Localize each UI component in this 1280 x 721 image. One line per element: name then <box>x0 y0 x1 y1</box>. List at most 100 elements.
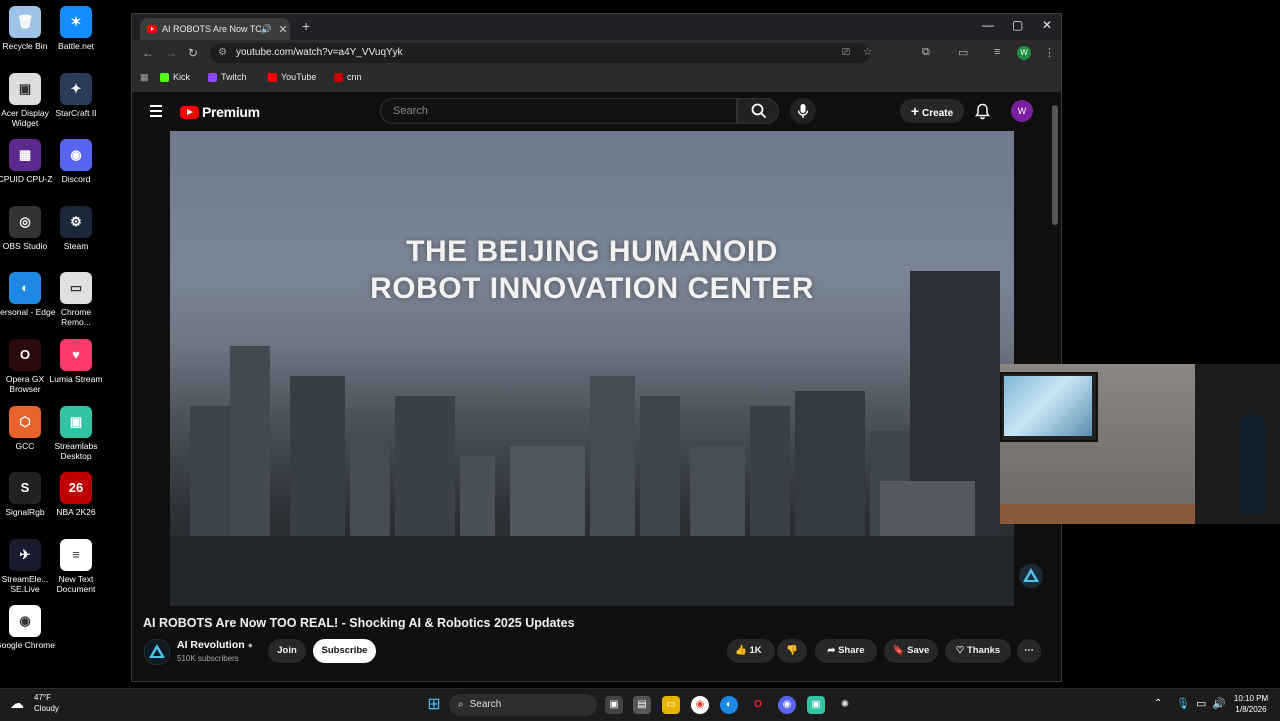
search-input[interactable]: Search <box>380 98 737 124</box>
bookmark-cnn[interactable]: cnn <box>334 72 362 82</box>
like-button[interactable]: 👍 1K <box>727 639 775 663</box>
taskbar-search[interactable]: ⌕ Search <box>449 694 597 716</box>
bookmark-twitch[interactable]: Twitch <box>208 72 247 82</box>
reload-icon[interactable]: ↻ <box>188 46 198 60</box>
opera-gx-taskbar-icon[interactable]: O <box>749 696 767 714</box>
forward-icon[interactable]: → <box>165 46 177 60</box>
tray-chevron-icon[interactable]: ⌃ <box>1154 698 1162 709</box>
chrome-taskbar-icon[interactable]: ◉ <box>691 696 709 714</box>
volume-icon[interactable]: 🔊 <box>1212 697 1226 710</box>
channel-watermark-icon[interactable] <box>1018 563 1044 589</box>
desktop-icon-lumia-stream[interactable]: ♥ Lumia Stream <box>45 339 107 384</box>
apps-grid-icon[interactable]: ▦ <box>140 72 149 83</box>
desktop-icon-google-chrome[interactable]: ◉ Google Chrome <box>0 605 56 650</box>
weather-desc: Cloudy <box>34 704 59 713</box>
system-clock[interactable]: 10:10 PM 1/8/2026 <box>1228 693 1274 715</box>
bookmark-label: cnn <box>347 72 362 82</box>
share-button[interactable]: ➦ Share <box>815 639 877 663</box>
account-avatar[interactable]: W <box>1011 100 1033 122</box>
weather-temp: 47°F <box>34 693 51 702</box>
desktop-icon-battle-net[interactable]: ✶ Battle.net <box>45 6 107 51</box>
desktop-app-icon: ◉ <box>9 605 41 638</box>
more-actions-button[interactable]: ⋯ <box>1017 639 1041 663</box>
menu-kebab-icon[interactable]: ⋮ <box>1044 46 1055 59</box>
close-tab-icon[interactable]: ✕ <box>276 23 290 36</box>
create-button[interactable]: + Create <box>900 99 964 123</box>
join-button[interactable]: Join <box>268 639 306 663</box>
desktop-icon-chrome-remo[interactable]: ▭ Chrome Remo... <box>45 272 107 327</box>
task-view-icon[interactable]: ▣ <box>605 696 623 714</box>
channel-name[interactable]: AI Revolution ● <box>177 639 253 651</box>
scrollbar-thumb[interactable] <box>1052 105 1058 225</box>
discord-taskbar-icon[interactable]: ◉ <box>778 696 796 714</box>
video-caption-line-1: THE BEIJING HUMANOID <box>406 235 778 268</box>
omnibox[interactable]: ⚙ youtube.com/watch?v=a4Y_VVuqYyk ⎚ ☆ <box>210 43 872 63</box>
voice-search-button[interactable] <box>790 98 816 124</box>
bookmark-star-icon[interactable]: ☆ <box>863 43 872 63</box>
ai-revolution-logo-icon <box>144 639 170 665</box>
desktop-icon-label: Streamlabs Desktop <box>54 440 98 461</box>
bookmark-favicon-icon <box>334 72 343 82</box>
dislike-button[interactable]: 👎 <box>777 639 807 663</box>
share-icon: ➦ <box>827 645 836 656</box>
video-caption-line-2: ROBOT INNOVATION CENTER <box>370 272 814 305</box>
desktop-icon-nba-2k26[interactable]: 26 NBA 2K26 <box>45 472 107 517</box>
desktop-icon-label: Google Chrome <box>0 640 55 651</box>
bookmark-youtube[interactable]: YouTube <box>268 72 316 82</box>
desktop-icon-label: New Text Document <box>56 573 96 594</box>
maximize-icon[interactable]: ▢ <box>1012 18 1023 32</box>
desktop-app-icon: ✶ <box>60 6 92 38</box>
display-icon[interactable]: ▭ <box>1196 697 1206 710</box>
streamlabs-taskbar-icon[interactable]: ▣ <box>807 696 825 714</box>
start-windows-icon[interactable]: ⊞ <box>425 696 443 714</box>
desktop-icon-label: Chrome Remo... <box>60 307 92 328</box>
create-label: Create <box>922 108 954 119</box>
site-info-icon[interactable]: ⚙ <box>218 43 227 63</box>
weather-cloudy-icon: ☁ <box>10 695 24 711</box>
speaker-icon[interactable]: 🔊 <box>261 24 272 35</box>
notifications-bell-icon[interactable] <box>975 103 990 120</box>
widgets-icon[interactable]: ▤ <box>633 696 651 714</box>
desktop-app-icon: ◐ <box>9 272 41 305</box>
menu-icon[interactable] <box>150 105 162 120</box>
thanks-button[interactable]: ♡ Thanks <box>945 639 1011 663</box>
youtube-premium-logo[interactable]: Premium <box>180 104 260 120</box>
desktop-app-icon: ▦ <box>9 139 41 172</box>
desktop-icon-steam[interactable]: ⚙ Steam <box>45 205 107 251</box>
new-tab-icon[interactable]: + <box>302 18 310 34</box>
desktop-icon-discord[interactable]: ◉ Discord <box>45 139 107 184</box>
desktop-icon-starcraft-ii[interactable]: ✦ StarCraft II <box>45 72 107 118</box>
save-button[interactable]: 🔖 Save <box>884 639 938 663</box>
address-bar-row: ← → ↻ ⚙ youtube.com/watch?v=a4Y_VVuqYyk … <box>132 40 1061 66</box>
browser-tab[interactable]: AI ROBOTS Are Now TOO R 🔊 ✕ <box>140 18 290 40</box>
desktop-icon-streamlabs-desktop[interactable]: ▣ Streamlabs Desktop <box>45 405 107 461</box>
video-title: AI ROBOTS Are Now TOO REAL! - Shocking A… <box>143 616 575 630</box>
youtube-logo-icon <box>180 105 199 119</box>
install-app-icon[interactable]: ⎚ <box>842 43 850 63</box>
tray-app-icon[interactable]: 🎙 <box>1176 697 1190 710</box>
close-window-icon[interactable]: ✕ <box>1042 18 1052 32</box>
minimize-icon[interactable]: — <box>982 18 994 32</box>
file-explorer-icon[interactable]: ▭ <box>662 696 680 714</box>
side-panel-icon[interactable]: ▭ <box>958 46 968 59</box>
bookmark-kick[interactable]: Kick <box>160 72 190 82</box>
bookmark-label: YouTube <box>281 72 317 82</box>
channel-avatar[interactable] <box>144 639 170 665</box>
media-controls-icon[interactable]: ≡ <box>994 46 1000 58</box>
desktop-icon-label: Discord <box>61 174 91 185</box>
subscribe-button[interactable]: Subscribe <box>313 639 376 663</box>
profile-avatar[interactable]: W <box>1017 46 1031 60</box>
back-icon[interactable]: ← <box>142 46 154 60</box>
search-button[interactable] <box>737 98 779 124</box>
video-player[interactable]: THE BEIJING HUMANOID ROBOT INNOVATION CE… <box>170 131 1014 606</box>
desktop-app-icon: ♥ <box>60 339 92 371</box>
desktop-icon-new-text-document[interactable]: ≡ New Text Document <box>45 538 107 594</box>
plus-icon: + <box>910 103 920 119</box>
bookmark-label: Kick <box>173 72 191 82</box>
windows-taskbar: ☁ 47°F Cloudy ⊞ ⌕ Search ▣ ▤ ▭ ◉ ◐ O ◉ ▣ … <box>0 688 1280 721</box>
like-count: 1K <box>749 645 762 656</box>
webcam-tv <box>1000 372 1098 442</box>
edge-taskbar-icon[interactable]: ◐ <box>720 696 738 714</box>
app-taskbar-icon[interactable]: ✺ <box>836 696 854 714</box>
extensions-icon[interactable]: ⧉ <box>922 46 930 59</box>
